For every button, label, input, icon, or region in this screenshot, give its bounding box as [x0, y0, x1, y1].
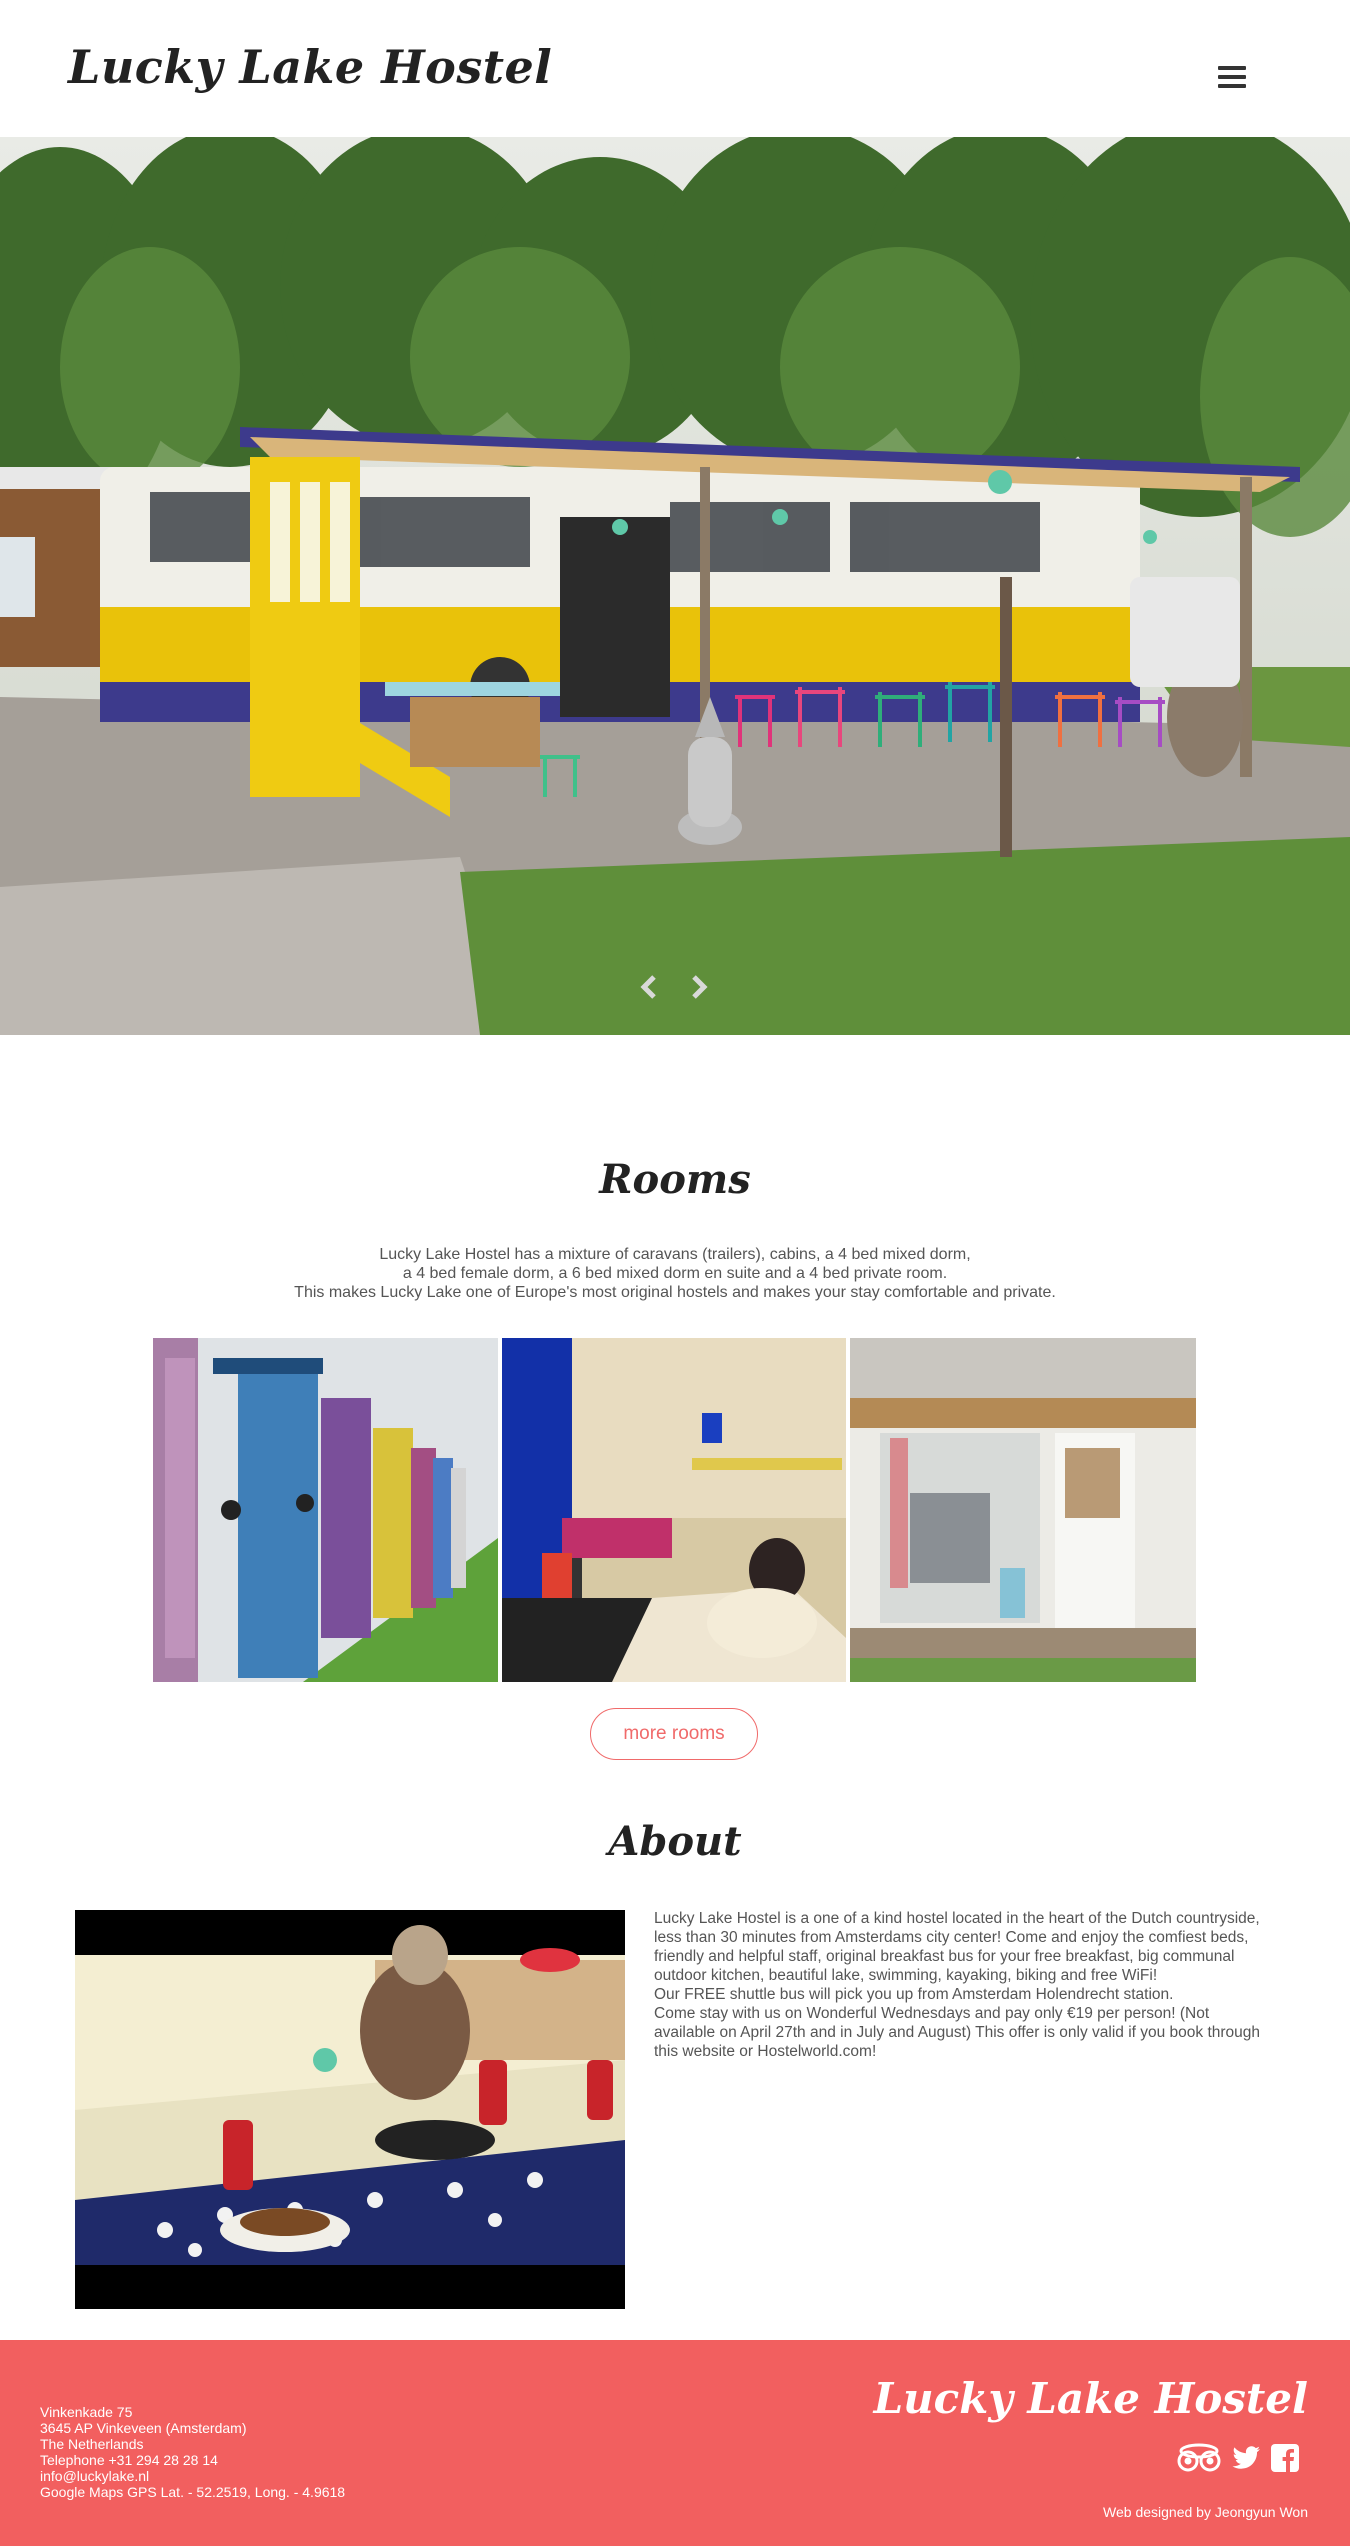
about-paragraph: Lucky Lake Hostel is a one of a kind hos…	[654, 1910, 1260, 1984]
tripadvisor-icon[interactable]	[1176, 2442, 1222, 2474]
about-video[interactable]	[75, 1910, 625, 2309]
footer-logo: Lucky Lake Hostel	[873, 2374, 1308, 2423]
room-photo-cabin-interior[interactable]	[850, 1338, 1196, 1682]
footer-gps: Google Maps GPS Lat. - 52.2519, Long. - …	[40, 2484, 346, 2500]
rooms-description-line: Lucky Lake Hostel has a mixture of carav…	[379, 1246, 971, 1263]
about-title: About	[608, 1818, 742, 1865]
address-line: The Netherlands	[40, 2436, 144, 2452]
footer-credit: Web designed by Jeongyun Won	[1103, 2504, 1308, 2520]
rooms-description-line: a 4 bed female dorm, a 6 bed mixed dorm …	[402, 1265, 948, 1282]
address-line: Vinkenkade 75	[40, 2404, 133, 2420]
rooms-description-line: This makes Lucky Lake one of Europe's mo…	[294, 1284, 1056, 1301]
site-logo[interactable]: Lucky Lake Hostel	[68, 40, 552, 94]
rooms-description: Lucky Lake Hostel has a mixture of carav…	[175, 1245, 1175, 1302]
hamburger-icon[interactable]	[1218, 66, 1246, 90]
site-header: Lucky Lake Hostel	[0, 0, 1350, 137]
room-photo-dorm[interactable]	[502, 1338, 846, 1682]
about-text: Lucky Lake Hostel is a one of a kind hos…	[654, 1909, 1269, 2061]
facebook-icon[interactable]	[1270, 2442, 1300, 2474]
about-paragraph: Come stay with us on Wonderful Wednesday…	[654, 2005, 1261, 2060]
footer-email-link[interactable]: info@luckylake.nl	[40, 2468, 345, 2484]
footer-telephone[interactable]: Telephone +31 294 28 28 14	[40, 2452, 345, 2468]
rooms-title: Rooms	[599, 1156, 751, 1203]
twitter-icon[interactable]	[1230, 2442, 1262, 2474]
more-rooms-button[interactable]: more rooms	[590, 1708, 758, 1760]
address-line: 3645 AP Vinkeveen (Amsterdam)	[40, 2420, 247, 2436]
room-photo-cabins[interactable]	[153, 1338, 498, 1682]
chevron-left-icon[interactable]	[636, 973, 664, 1001]
about-paragraph: Our FREE shuttle bus will pick you up fr…	[654, 1986, 1174, 2003]
chevron-right-icon[interactable]	[684, 973, 712, 1001]
footer-address: Vinkenkade 75 3645 AP Vinkeveen (Amsterd…	[40, 2404, 345, 2500]
hero-carousel	[0, 137, 1350, 1035]
hero-image-bus	[0, 137, 1350, 1035]
